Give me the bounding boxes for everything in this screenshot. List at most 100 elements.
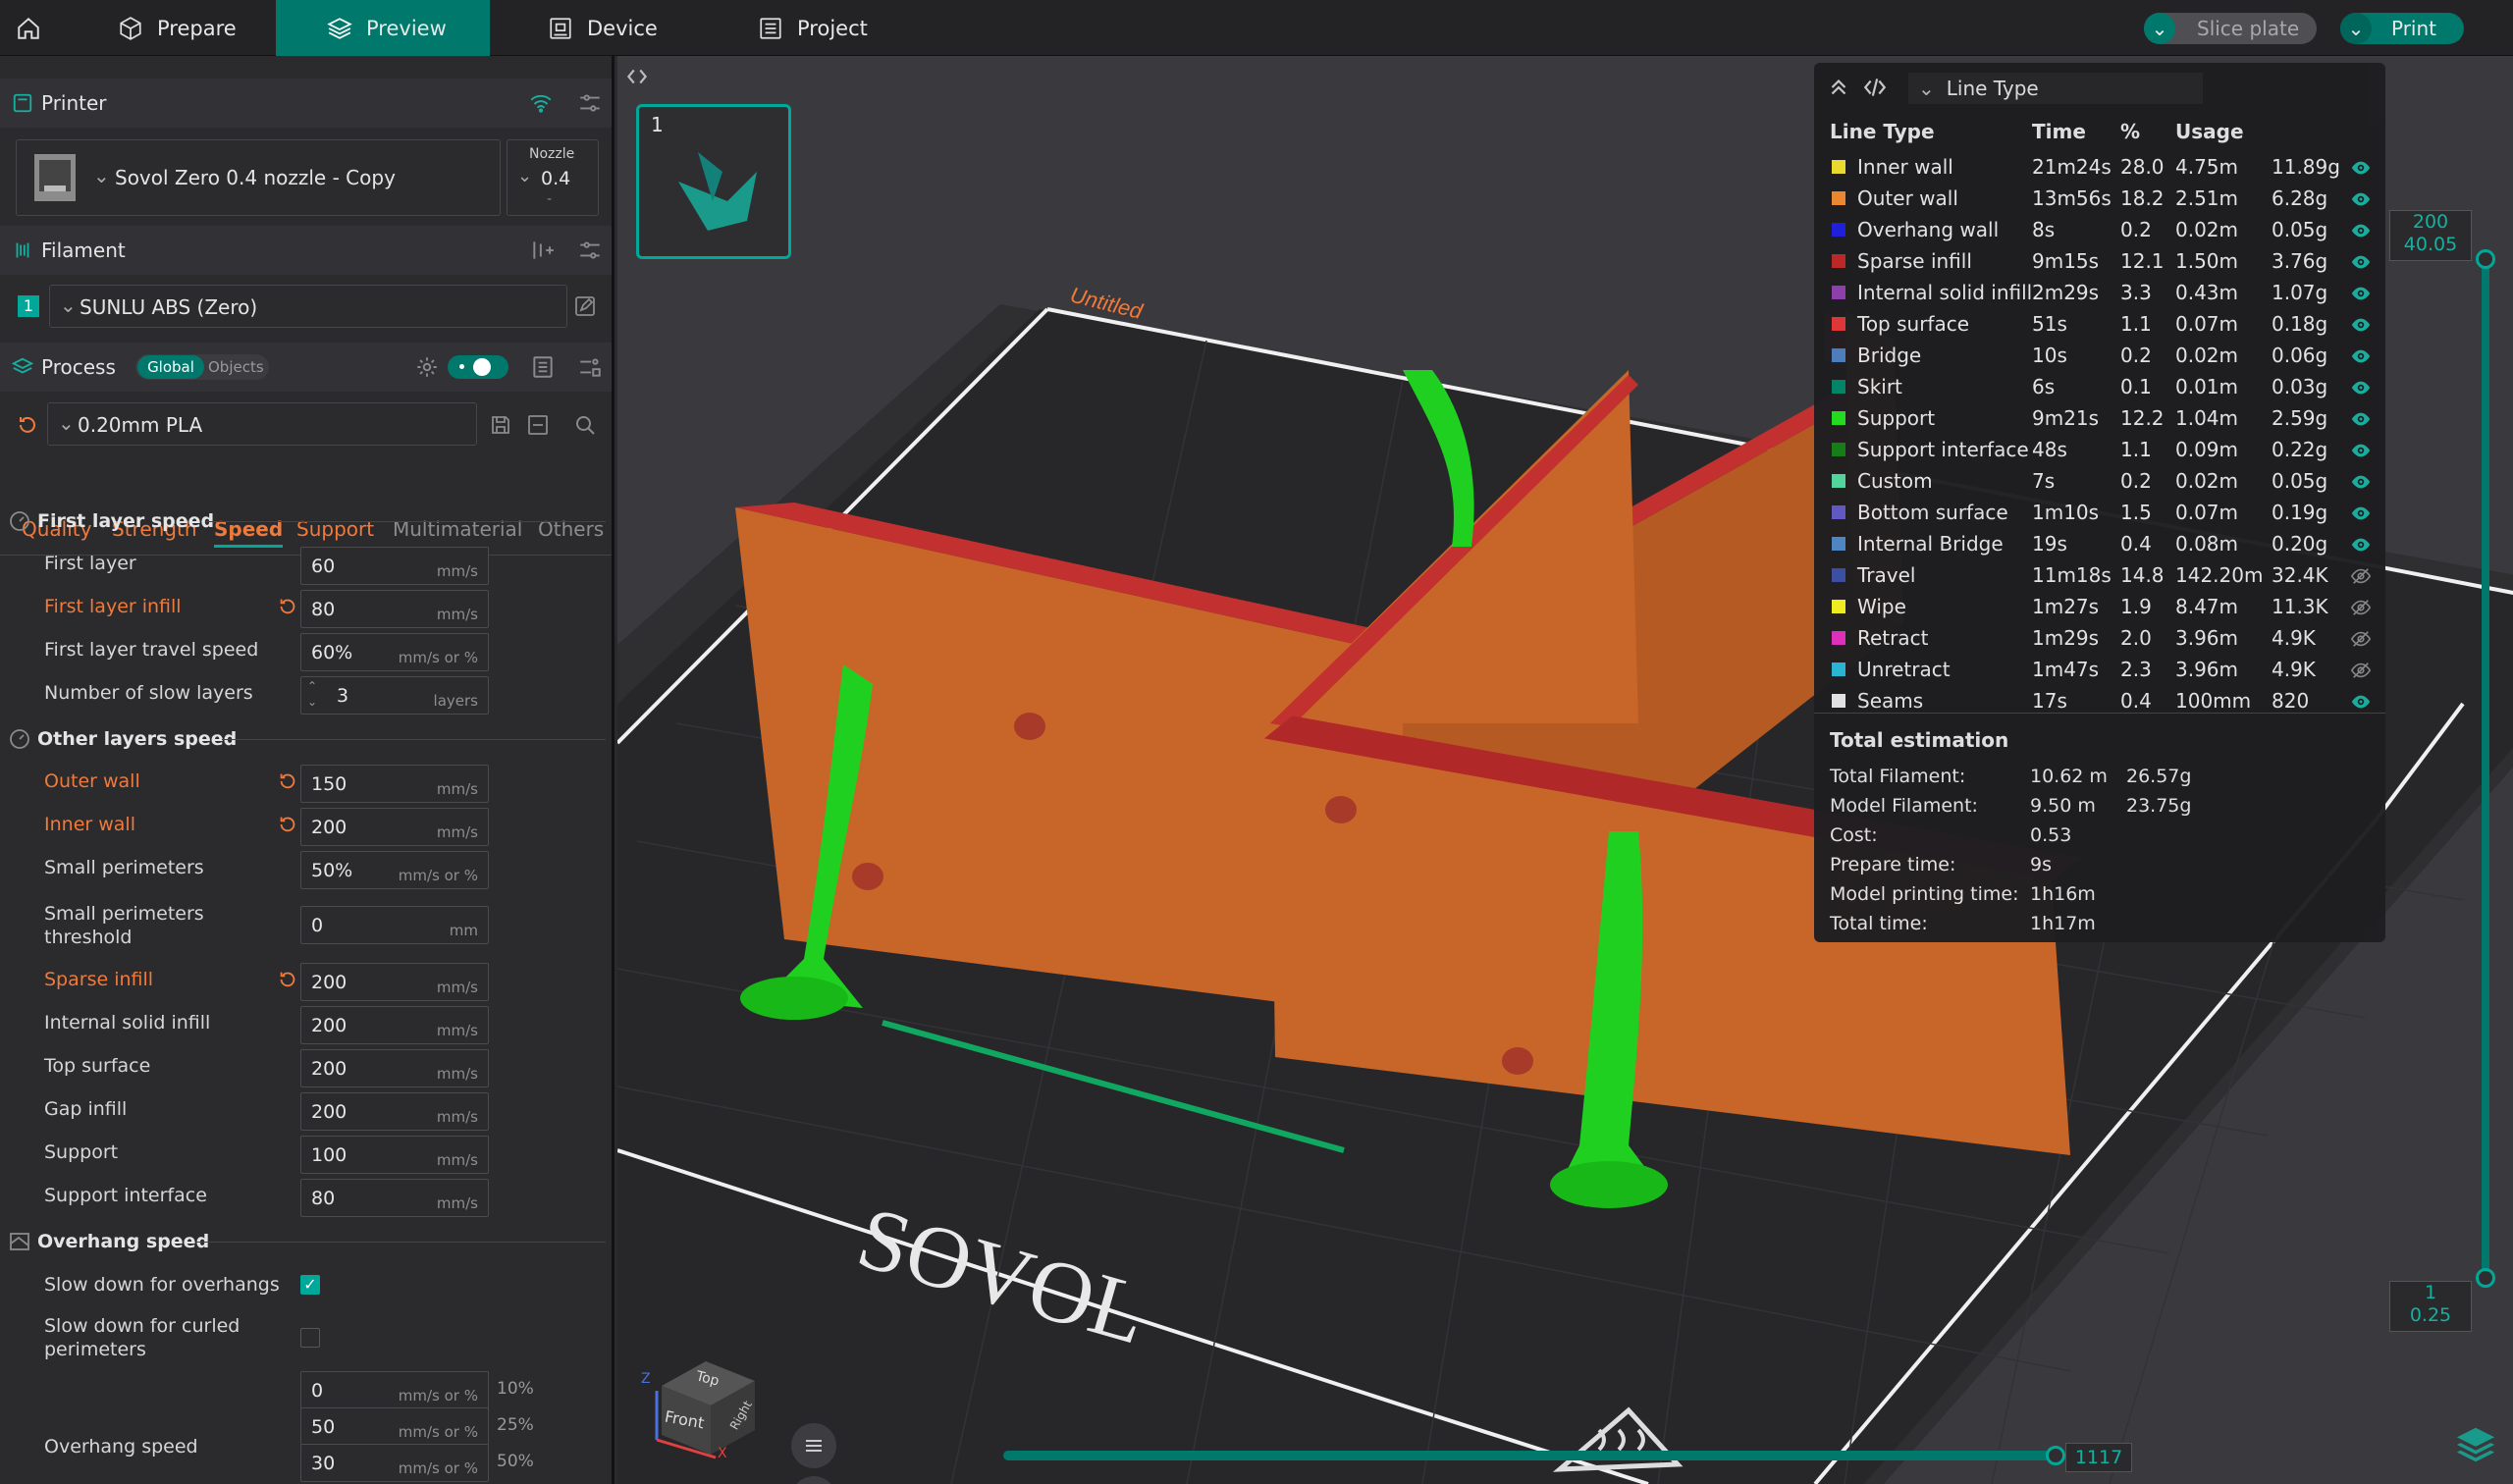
first-layer-speed-input[interactable]: 60 mm/s — [300, 547, 489, 585]
advanced-gear-icon[interactable] — [414, 354, 440, 380]
eye-icon[interactable] — [2350, 220, 2372, 241]
tab-project[interactable]: Project — [728, 0, 915, 56]
undo-preset-icon[interactable] — [16, 413, 39, 437]
filament-settings-icon[interactable] — [577, 238, 603, 263]
reset-first-layer-infill-icon[interactable] — [277, 596, 298, 617]
outer-wall-input[interactable]: 150 mm/s — [300, 765, 489, 803]
tab-preview[interactable]: Preview — [276, 0, 490, 56]
top-surface-input[interactable]: 200 mm/s — [300, 1049, 489, 1087]
slow-down-overhangs-checkbox[interactable]: ✓ — [300, 1275, 320, 1295]
line-type-length: 8.47m — [2175, 595, 2239, 618]
reset-outer-wall-icon[interactable] — [277, 770, 298, 792]
eye-off-icon[interactable] — [2350, 628, 2372, 650]
filament-selector[interactable]: ⌄ SUNLU ABS (Zero) — [49, 285, 567, 328]
eye-off-icon[interactable] — [2350, 660, 2372, 681]
nozzle-selector[interactable]: Nozzle ⌄ 0.4 - — [507, 139, 599, 216]
overhang-speed-10-input[interactable]: 0 mm/s or % — [300, 1371, 489, 1409]
home-button[interactable] — [0, 0, 56, 56]
slow-down-curled-checkbox[interactable] — [300, 1328, 320, 1348]
eye-icon[interactable] — [2350, 408, 2372, 430]
layer-bottom-handle[interactable] — [2476, 1268, 2495, 1288]
collapse-sidebar-icon[interactable] — [624, 64, 650, 89]
global-toggle[interactable]: Global — [137, 355, 204, 379]
process-compare-icon[interactable] — [577, 354, 603, 380]
reset-sparse-infill-icon[interactable] — [277, 969, 298, 990]
advanced-toggle[interactable] — [448, 355, 508, 379]
view-menu-button[interactable] — [791, 1423, 836, 1468]
tab-device[interactable]: Device — [518, 0, 705, 56]
save-preset-icon[interactable] — [489, 413, 512, 437]
inner-wall-input[interactable]: 200 mm/s — [300, 808, 489, 846]
process-preset-selector[interactable]: ⌄ 0.20mm PLA — [47, 402, 477, 446]
process-list-icon[interactable] — [530, 354, 556, 380]
collapse-legend-icon[interactable] — [1826, 75, 1851, 100]
move-slider-handle[interactable] — [2046, 1446, 2065, 1465]
eye-icon[interactable] — [2350, 471, 2372, 493]
line-type-pct: 0.1 — [2120, 375, 2152, 398]
objects-toggle[interactable]: Objects — [208, 355, 264, 379]
add-filament-icon[interactable] — [530, 238, 556, 263]
eye-icon[interactable] — [2350, 283, 2372, 304]
sparse-infill-input[interactable]: 200 mm/s — [300, 963, 489, 1001]
line-type-weight: 11.3K — [2272, 595, 2328, 618]
overhang-speed-25-input[interactable]: 50 mm/s or % — [300, 1407, 489, 1446]
eye-icon[interactable] — [2350, 157, 2372, 179]
layer-top-handle[interactable] — [2476, 249, 2495, 269]
eye-icon[interactable] — [2350, 534, 2372, 556]
eye-off-icon[interactable] — [2350, 565, 2372, 587]
eye-icon[interactable] — [2350, 440, 2372, 461]
plate-thumbnail[interactable]: 1 — [636, 104, 791, 259]
printer-section-label: Printer — [41, 91, 107, 115]
line-type-time: 2m29s — [2032, 281, 2100, 304]
eye-icon[interactable] — [2350, 251, 2372, 273]
eye-icon[interactable] — [2350, 314, 2372, 336]
code-view-icon[interactable] — [1861, 75, 1889, 100]
first-layer-speed-header: First layer speed — [0, 504, 612, 538]
wifi-icon[interactable] — [528, 90, 554, 116]
printer-section-header[interactable]: Printer — [0, 79, 612, 128]
overhang-speed-50-input[interactable]: 30 mm/s or % — [300, 1444, 489, 1482]
print-button[interactable]: ⌄ Print — [2340, 13, 2464, 44]
filament-section-header[interactable]: Filament — [0, 226, 612, 275]
first-layer-infill-input[interactable]: 80 mm/s — [300, 590, 489, 628]
eye-icon[interactable] — [2350, 503, 2372, 524]
line-type-row: Bottom surface 1m10s 1.5 0.07m 0.19g — [1814, 497, 2385, 528]
print-label: Print — [2391, 17, 2437, 40]
global-objects-toggle[interactable]: Global Objects — [135, 354, 269, 380]
print-dropdown-chevron-icon[interactable]: ⌄ — [2340, 13, 2372, 44]
stepper-up-icon[interactable]: ⌃ — [307, 679, 317, 693]
process-section-header[interactable]: Process Global Objects — [0, 343, 612, 392]
eye-off-icon[interactable] — [2350, 597, 2372, 618]
printer-selector[interactable]: ⌄ Sovol Zero 0.4 nozzle - Copy — [16, 139, 501, 216]
gap-infill-input[interactable]: 200 mm/s — [300, 1092, 489, 1131]
layer-range-slider[interactable] — [2482, 253, 2489, 1284]
eye-icon[interactable] — [2350, 377, 2372, 398]
small-perimeters-threshold-input[interactable]: 0 mm — [300, 906, 489, 944]
reset-inner-wall-icon[interactable] — [277, 814, 298, 835]
slice-dropdown-chevron-icon[interactable]: ⌄ — [2144, 13, 2175, 44]
slice-plate-button[interactable]: ⌄ Slice plate — [2144, 13, 2317, 44]
small-perimeters-input[interactable]: 50% mm/s or % — [300, 851, 489, 889]
internal-solid-infill-input[interactable]: 200 mm/s — [300, 1006, 489, 1044]
eye-icon[interactable] — [2350, 188, 2372, 210]
line-type-selector[interactable]: ⌄ Line Type — [1908, 73, 2203, 104]
first-layer-travel-input[interactable]: 60% mm/s or % — [300, 633, 489, 671]
line-type-row: Retract 1m29s 2.0 3.96m 4.9K — [1814, 622, 2385, 654]
first-layer-label: First layer — [44, 553, 136, 574]
edit-filament-icon[interactable] — [573, 294, 597, 318]
eye-icon[interactable] — [2350, 691, 2372, 713]
search-icon[interactable] — [573, 413, 597, 437]
view-cube[interactable]: Top Front Right Z X — [641, 1332, 765, 1461]
stepper-down-icon[interactable]: ⌄ — [307, 695, 317, 709]
collapse-preset-icon[interactable] — [526, 413, 550, 437]
support-interface-speed-input[interactable]: 80 mm/s — [300, 1179, 489, 1217]
eye-icon[interactable] — [2350, 345, 2372, 367]
estimation-value: 1h16m — [2030, 883, 2096, 905]
layer-view-icon[interactable] — [2453, 1422, 2498, 1467]
slow-layers-stepper[interactable]: ⌃ ⌄ 3 layers — [300, 676, 489, 715]
printer-settings-icon[interactable] — [577, 90, 603, 116]
tab-prepare[interactable]: Prepare — [88, 0, 275, 56]
move-slider[interactable] — [1003, 1451, 2058, 1460]
layer-top-number: 200 — [2412, 211, 2449, 233]
support-speed-input[interactable]: 100 mm/s — [300, 1136, 489, 1174]
